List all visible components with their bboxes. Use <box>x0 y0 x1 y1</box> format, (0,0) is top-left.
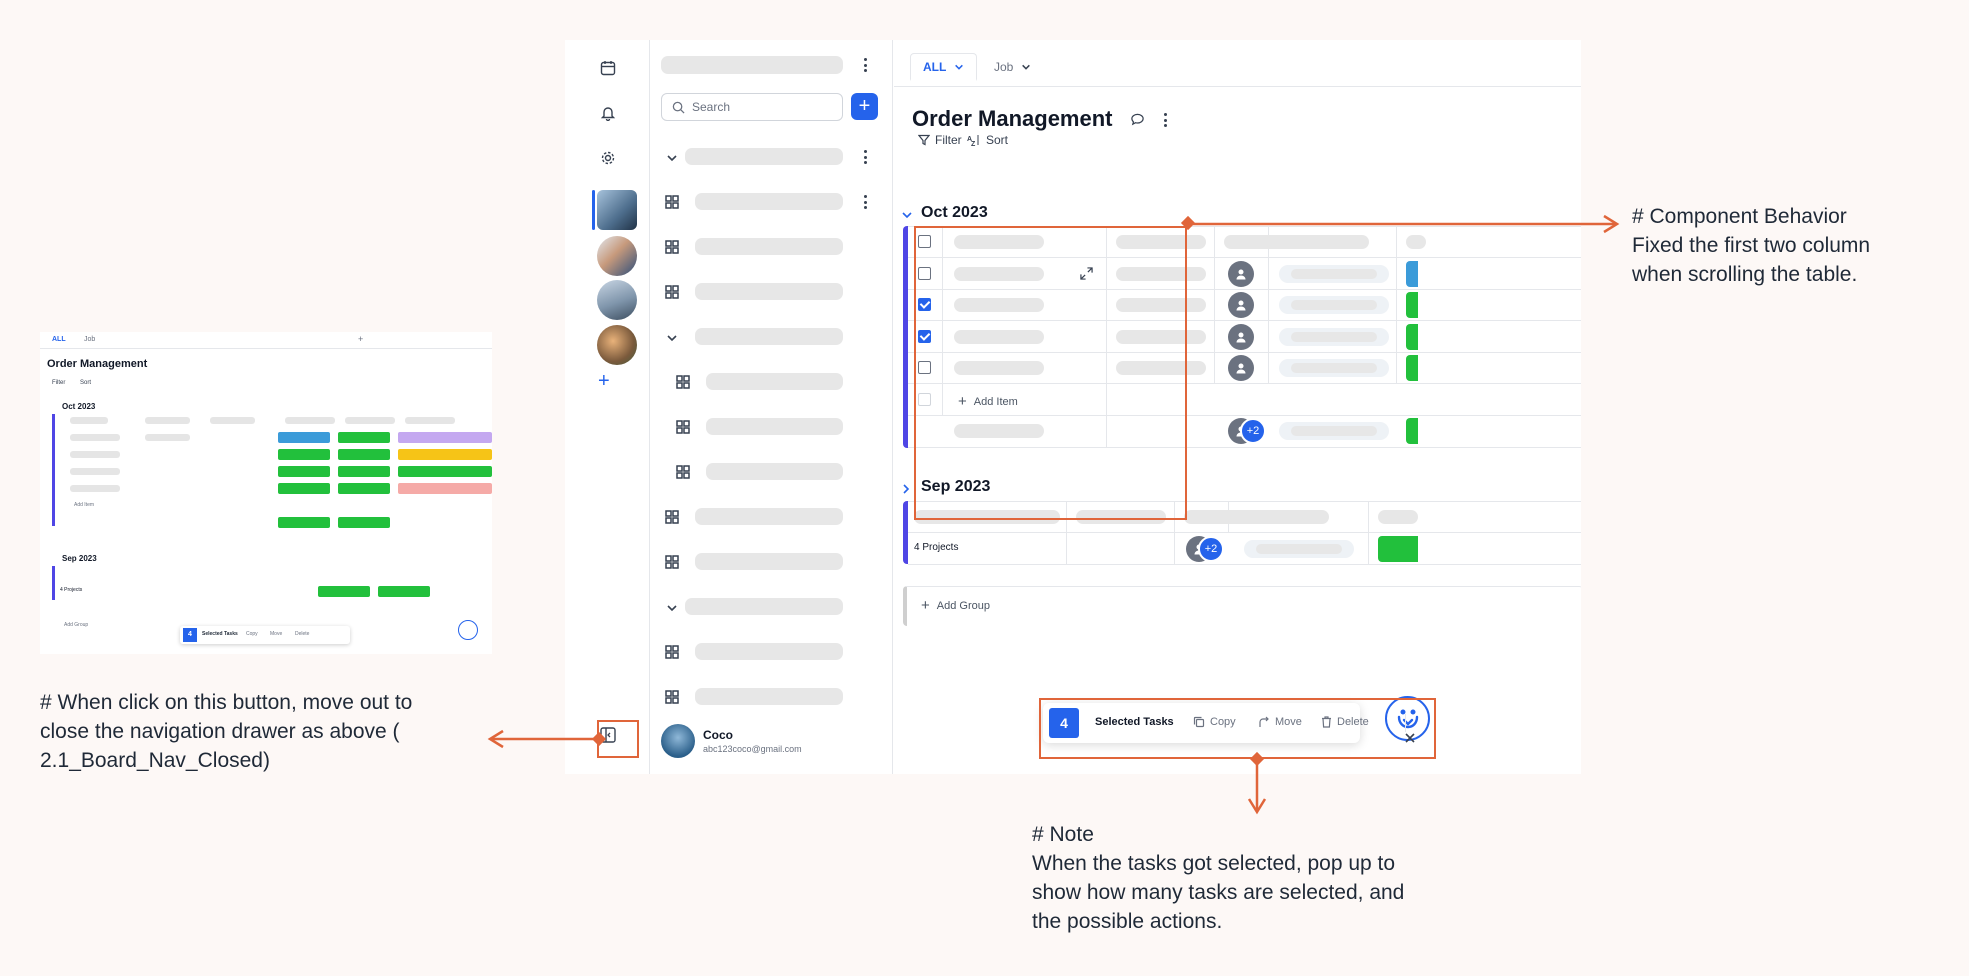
mini-status <box>338 432 390 443</box>
mini-status <box>278 466 330 477</box>
mini-add-item: Add Item <box>74 502 95 508</box>
mini-cell <box>145 417 190 424</box>
annotation-line: close the navigation drawer as above ( <box>40 720 400 743</box>
annotation-component-behavior: # Component Behavior Fixed the first two… <box>1632 202 1870 289</box>
mini-count: 4 <box>183 628 197 642</box>
mini-cell <box>285 417 335 424</box>
mini-status <box>278 517 330 528</box>
mini-group-title: Oct 2023 <box>62 402 96 411</box>
mini-selected-label: Selected Tasks <box>202 631 238 637</box>
mini-cell <box>210 417 255 424</box>
mini-status <box>278 483 330 494</box>
mini-title: Order Management <box>47 358 148 370</box>
mini-status <box>338 483 390 494</box>
annotation-line: # Note <box>1032 823 1094 846</box>
mini-status <box>278 432 330 443</box>
mini-status <box>378 586 430 597</box>
mini-add-group: Add Group <box>64 622 89 628</box>
mini-cell <box>405 417 455 424</box>
mini-status <box>338 517 390 528</box>
mini-cell <box>70 468 120 475</box>
annotation-line: # When click on this button, move out to <box>40 691 413 714</box>
nav-closed-preview: ALL Job + Order Management Filter Sort O… <box>40 332 492 654</box>
annotation-line: When the tasks got selected, pop up to <box>1032 852 1396 875</box>
mini-summary: 4 Projects <box>60 587 83 593</box>
mini-status <box>398 466 492 477</box>
mini-cell <box>345 417 395 424</box>
annotation-line: 2.1_Board_Nav_Closed) <box>40 749 270 772</box>
mini-status <box>338 449 390 460</box>
mini-status <box>398 483 492 494</box>
mini-status <box>398 432 492 443</box>
mini-sort: Sort <box>80 380 92 386</box>
mini-status <box>278 449 330 460</box>
mini-plus-icon: + <box>358 334 364 344</box>
mini-status <box>338 466 390 477</box>
mini-cell <box>70 434 120 441</box>
mini-tab-all: ALL <box>52 336 66 343</box>
mini-cell <box>70 485 120 492</box>
annotation-line: show how many tasks are selected, and <box>1032 881 1405 904</box>
annotation-line: when scrolling the table. <box>1632 263 1858 286</box>
annotation-line: Fixed the first two column <box>1632 234 1871 257</box>
annotation-nav-button: # When click on this button, move out to… <box>40 688 412 775</box>
mini-status <box>398 449 492 460</box>
mini-status <box>318 586 370 597</box>
mini-cell <box>70 451 120 458</box>
annotation-line: # Component Behavior <box>1632 205 1847 228</box>
mini-filter: Filter <box>52 380 66 386</box>
mini-delete: Delete <box>295 631 310 637</box>
mini-move: Move <box>270 631 283 637</box>
mini-copy: Copy <box>246 631 258 637</box>
mini-cell <box>145 434 190 441</box>
annotation-line: the possible actions. <box>1032 910 1223 933</box>
mini-tab-job: Job <box>84 336 96 343</box>
mini-group-title: Sep 2023 <box>62 554 97 563</box>
mini-tabbar <box>40 332 492 349</box>
mini-selection-bar: 4 Selected Tasks Copy Move Delete <box>180 626 350 644</box>
mini-cell <box>70 417 108 424</box>
annotation-note: # Note When the tasks got selected, pop … <box>1032 820 1404 936</box>
mini-logo-icon <box>458 620 478 640</box>
